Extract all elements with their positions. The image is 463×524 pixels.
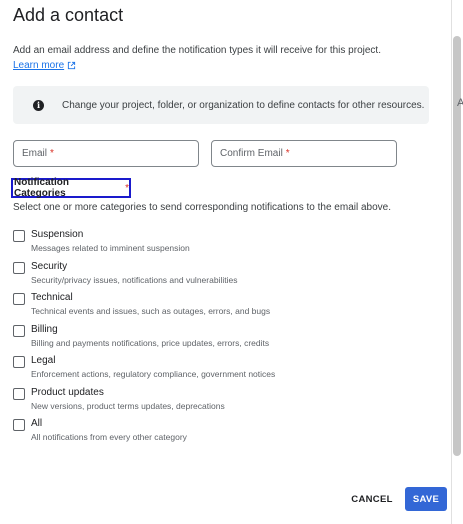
confirm-email-field[interactable]: Confirm Email * <box>211 140 397 167</box>
billing-checkbox[interactable] <box>13 325 25 337</box>
security-checkbox[interactable] <box>13 262 25 274</box>
legal-description: Enforcement actions, regulatory complian… <box>31 369 276 379</box>
email-required-mark: * <box>50 148 54 159</box>
suspension-description: Messages related to imminent suspension <box>31 243 190 253</box>
add-contact-panel: Add a contact Add an email address and d… <box>0 0 451 524</box>
categories-description: Select one or more categories to send co… <box>13 202 391 213</box>
external-link-icon <box>68 61 76 70</box>
technical-label: Technical <box>31 292 73 303</box>
all-description: All notifications from every other categ… <box>31 432 187 442</box>
suspension-label: Suspension <box>31 229 84 240</box>
background-text-fragment: A <box>457 97 463 109</box>
all-checkbox[interactable] <box>13 419 25 431</box>
all-label: All <box>31 418 43 429</box>
product-updates-checkbox[interactable] <box>13 388 25 400</box>
billing-label: Billing <box>31 324 58 335</box>
security-description: Security/privacy issues, notifications a… <box>31 275 238 285</box>
billing-description: Billing and payments notifications, pric… <box>31 338 270 348</box>
email-field[interactable]: Email * <box>13 140 199 167</box>
notification-categories-heading: Notification Categories * <box>11 177 131 199</box>
info-banner: i Change your project, folder, or organi… <box>13 86 429 124</box>
email-placeholder: Email <box>22 148 48 159</box>
confirm-email-placeholder: Confirm Email <box>220 148 283 159</box>
info-banner-text: Change your project, folder, or organiza… <box>62 99 425 111</box>
categories-heading-label: Notification Categories <box>14 177 69 199</box>
categories-required-mark: * <box>125 182 129 194</box>
dialog-title: Add a contact <box>13 5 124 25</box>
save-button[interactable]: SAVE <box>405 487 447 511</box>
info-icon: i <box>33 99 44 111</box>
legal-label: Legal <box>31 355 56 366</box>
suspension-checkbox[interactable] <box>13 230 25 242</box>
technical-description: Technical events and issues, such as out… <box>31 306 271 316</box>
product-updates-description: New versions, product terms updates, dep… <box>31 401 225 411</box>
legal-checkbox[interactable] <box>13 356 25 368</box>
learn-more-label: Learn more <box>13 60 65 71</box>
dialog-description: Add an email address and define the noti… <box>13 45 381 56</box>
security-label: Security <box>31 261 68 272</box>
product-updates-label: Product updates <box>31 387 104 398</box>
learn-more-link[interactable]: Learn more <box>13 60 76 71</box>
technical-checkbox[interactable] <box>13 293 25 305</box>
cancel-button[interactable]: CANCEL <box>345 488 399 510</box>
confirm-email-required-mark: * <box>285 148 290 159</box>
